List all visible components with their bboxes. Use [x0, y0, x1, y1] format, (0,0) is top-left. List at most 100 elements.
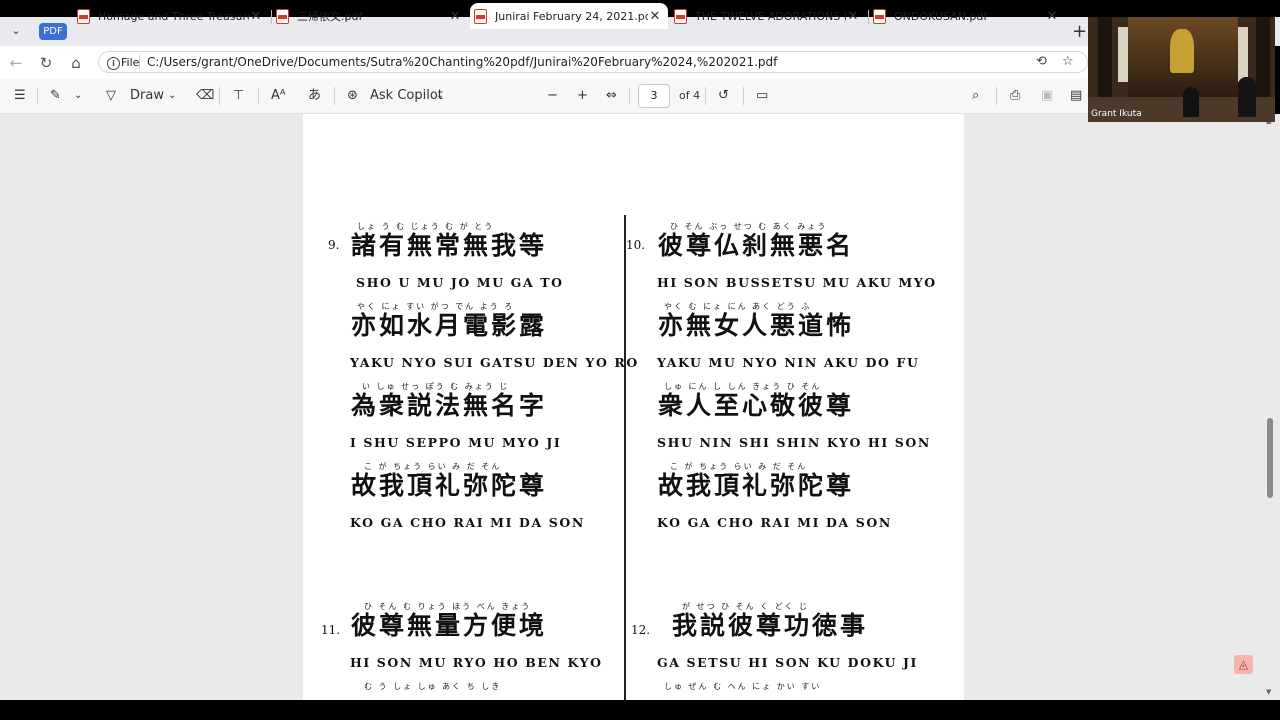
- romaji-line: HI SON BUSSETSU MU AKU MYO: [657, 275, 937, 290]
- tab-label: Homage and Three Treasures.pdf: [98, 9, 249, 23]
- ask-copilot-label[interactable]: Ask Copilot: [370, 88, 443, 104]
- tab-ondokusan[interactable]: ONDOKUSAN.pdf ✕: [869, 3, 1065, 29]
- kanji-line: 衆人至心敬彼尊: [658, 391, 855, 420]
- video-scene-person: [1183, 87, 1199, 117]
- chevron-down-icon[interactable]: ⌄: [436, 88, 444, 104]
- pdf-workspace-badge[interactable]: PDF: [39, 23, 67, 40]
- back-arrow-icon[interactable]: ←: [6, 53, 26, 73]
- eraser-icon[interactable]: ⌫: [196, 88, 214, 104]
- immersive-reader-icon[interactable]: ⟲: [1036, 54, 1047, 69]
- video-thumbnail[interactable]: Grant Ikuta: [1088, 17, 1275, 122]
- info-icon[interactable]: i: [107, 57, 120, 70]
- romaji-line: KO GA CHO RAI MI DA SON: [657, 515, 892, 530]
- romaji-line: GA SETSU HI SON KU DOKU JI: [657, 655, 918, 670]
- verse-number: 10.: [626, 238, 646, 252]
- new-tab-plus-icon[interactable]: +: [1072, 21, 1087, 42]
- video-scene-scroll: [1118, 27, 1128, 82]
- rotate-icon[interactable]: ↺: [718, 88, 729, 104]
- chevron-down-icon[interactable]: ⌄: [74, 88, 82, 104]
- save-as-icon[interactable]: ▤: [1070, 88, 1082, 104]
- tab-list-chevron-icon[interactable]: ⌄: [8, 24, 24, 40]
- participant-name: Grant Ikuta: [1091, 109, 1142, 119]
- verse-number: 9.: [328, 238, 340, 252]
- romaji-line: I SHU SEPPO MU MYO JI: [350, 435, 562, 450]
- zoom-out-icon[interactable]: −: [547, 88, 558, 104]
- zoom-in-icon[interactable]: +: [577, 88, 588, 104]
- video-scene-statue: [1170, 29, 1194, 73]
- toolbar-separator: [334, 87, 335, 105]
- search-icon[interactable]: ⌕: [972, 88, 979, 104]
- romaji-line: HI SON MU RYO HO BEN KYO: [350, 655, 603, 670]
- page-number-input[interactable]: 3: [638, 84, 670, 108]
- tab-label: Junirai February 24, 2021.pdf: [495, 9, 648, 23]
- reload-icon[interactable]: ↻: [36, 53, 56, 73]
- pdf-file-icon: [873, 8, 886, 24]
- furigana: しゅ ぜん む へん にょ かい すい: [664, 682, 822, 691]
- close-icon[interactable]: ✕: [846, 9, 860, 24]
- tab-label: ONDOKUSAN.pdf: [894, 9, 988, 23]
- pdf-file-icon: [77, 8, 90, 24]
- pdf-file-icon: [474, 8, 487, 24]
- toolbar-separator: [705, 87, 706, 105]
- favorite-star-icon[interactable]: ☆: [1062, 54, 1074, 69]
- kanji-line: 故我頂礼弥陀尊: [658, 471, 855, 500]
- tab-homage[interactable]: Homage and Three Treasures.pdf ✕: [73, 3, 269, 29]
- close-icon[interactable]: ✕: [249, 9, 263, 24]
- tab-sankie[interactable]: 三帰依文.pdf ✕: [272, 3, 468, 29]
- toolbar-separator: [219, 87, 220, 105]
- column-divider: [624, 215, 626, 700]
- tab-label: 三帰依文.pdf: [297, 10, 363, 23]
- toolbar-separator: [996, 87, 997, 105]
- video-scene-scroll: [1238, 27, 1248, 82]
- scroll-down-arrow-icon[interactable]: ▼: [1266, 688, 1271, 696]
- home-icon[interactable]: ⌂: [66, 53, 86, 73]
- pdf-file-icon: [276, 8, 289, 24]
- toolbar-separator: [258, 87, 259, 105]
- save-icon[interactable]: ▣: [1041, 88, 1053, 104]
- pdf-file-icon: [674, 8, 687, 24]
- omnibox-separator: [139, 55, 140, 69]
- close-icon[interactable]: ✕: [448, 9, 462, 24]
- kanji-line: 我説彼尊功徳事: [672, 611, 869, 640]
- url-text[interactable]: C:/Users/grant/OneDrive/Documents/Sutra%…: [147, 55, 777, 69]
- tab-label: THE TWELVE ADORATIONS (Junirai): [695, 9, 846, 23]
- kanji-line: 為衆説法無名字: [351, 391, 548, 420]
- tab-junirai-active[interactable]: Junirai February 24, 2021.pdf ✕: [470, 3, 668, 29]
- kanji-line: 亦無女人悪道怖: [658, 311, 855, 340]
- scheme-label: File: [121, 56, 140, 69]
- translate-label[interactable]: あ: [308, 88, 321, 104]
- page-view-icon[interactable]: ▭: [756, 88, 768, 104]
- kanji-line: 彼尊仏刹無悪名: [658, 231, 855, 260]
- kanji-line: 故我頂礼弥陀尊: [351, 471, 548, 500]
- romaji-line: YAKU NYO SUI GATSU DEN YO RO: [350, 355, 639, 370]
- read-aloud-icon[interactable]: Aᴬ: [271, 88, 286, 104]
- romaji-line: YAKU MU NYO NIN AKU DO FU: [657, 355, 920, 370]
- page-total-label: of 4: [679, 89, 701, 102]
- highlight-icon[interactable]: ✎: [50, 88, 61, 104]
- acrobat-icon[interactable]: ◬: [1234, 655, 1253, 674]
- text-box-icon[interactable]: ⊤: [233, 88, 244, 104]
- draw-icon[interactable]: ▽: [106, 88, 116, 104]
- romaji-line: KO GA CHO RAI MI DA SON: [350, 515, 585, 530]
- contents-list-icon[interactable]: ☰: [14, 88, 26, 104]
- tab-twelve-adorations[interactable]: THE TWELVE ADORATIONS (Junirai) ✕: [670, 3, 866, 29]
- vertical-scrollbar-thumb[interactable]: [1267, 418, 1273, 498]
- kanji-line: 彼尊無量方便境: [351, 611, 548, 640]
- copilot-icon[interactable]: ⊛: [347, 88, 358, 104]
- draw-label[interactable]: Draw: [130, 88, 164, 104]
- close-icon[interactable]: ✕: [648, 9, 662, 24]
- screen-bottom-bar: [0, 700, 1280, 720]
- print-icon[interactable]: ⎙: [1010, 88, 1020, 104]
- chevron-down-icon[interactable]: ⌄: [168, 88, 176, 104]
- romaji-line: SHU NIN SHI SHIN KYO HI SON: [657, 435, 931, 450]
- video-scene-person: [1238, 77, 1256, 117]
- toolbar-separator: [743, 87, 744, 105]
- verse-number: 11.: [321, 623, 341, 637]
- toolbar-separator: [629, 87, 630, 105]
- toolbar-separator: [37, 87, 38, 105]
- kanji-line: 亦如水月電影露: [351, 311, 548, 340]
- romaji-line: SHO U MU JO MU GA TO: [356, 275, 564, 290]
- fit-width-icon[interactable]: ⇔: [606, 88, 617, 104]
- verse-number: 12.: [631, 623, 651, 637]
- close-icon[interactable]: ✕: [1045, 9, 1059, 24]
